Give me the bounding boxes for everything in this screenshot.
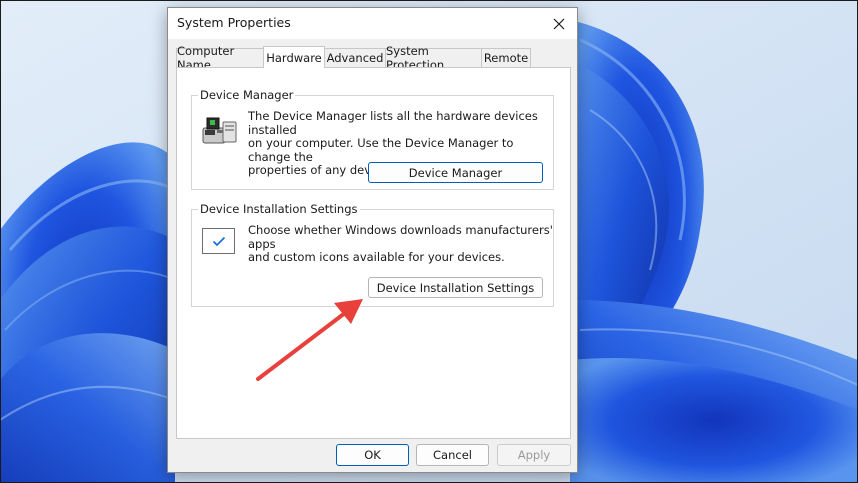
annotation-arrow-icon <box>256 299 363 381</box>
tab-hardware[interactable]: Hardware <box>263 46 325 68</box>
